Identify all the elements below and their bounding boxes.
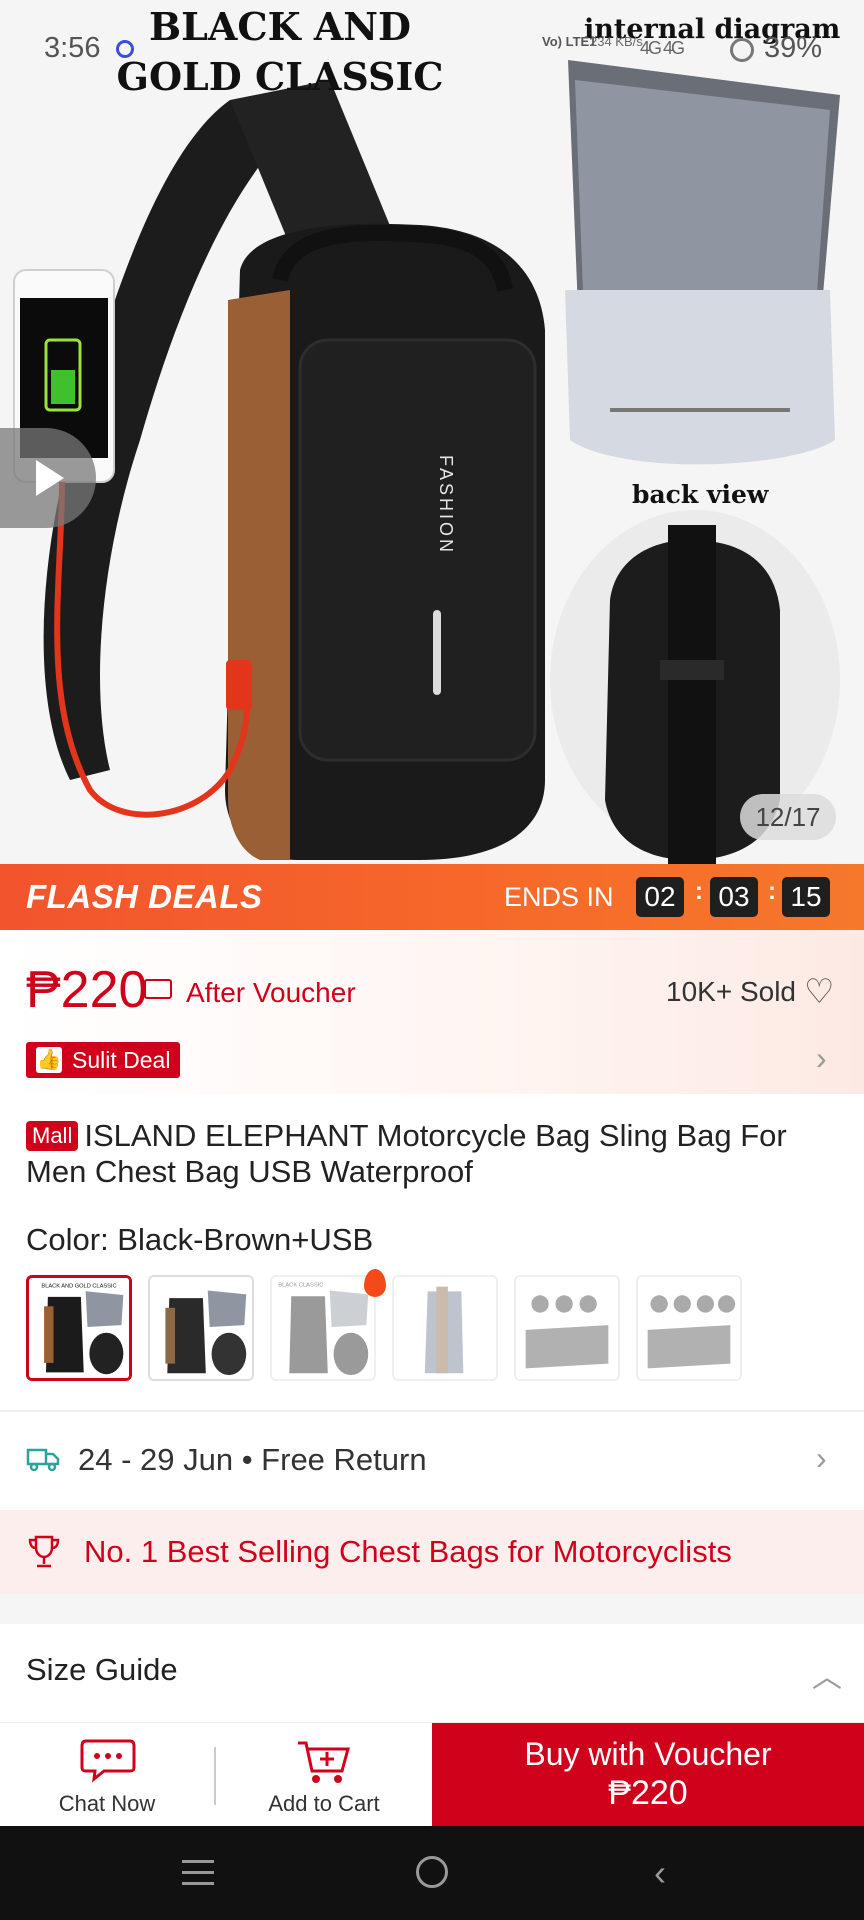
battery-icon bbox=[730, 38, 754, 62]
color-swatches: BLACK AND GOLD CLASSIC BLACK CLASSIC bbox=[26, 1269, 846, 1383]
countdown-hours: 02 bbox=[636, 877, 684, 917]
best-selling-text: No. 1 Best Selling Chest Bags for Motorc… bbox=[84, 1534, 732, 1569]
play-icon bbox=[36, 460, 64, 496]
chat-now-button[interactable]: Chat Now bbox=[0, 1723, 214, 1827]
hero-label-back: back view bbox=[632, 480, 769, 509]
mall-badge: Mall bbox=[26, 1121, 79, 1151]
chevron-right-icon[interactable]: › bbox=[816, 1040, 827, 1077]
countdown-separator: : bbox=[695, 878, 703, 905]
svg-text:FASHION: FASHION bbox=[436, 455, 456, 555]
countdown-seconds: 15 bbox=[782, 877, 830, 917]
product-title-text: ISLAND ELEPHANT Motorcycle Bag Sling Bag… bbox=[26, 1118, 787, 1189]
best-selling-banner[interactable]: No. 1 Best Selling Chest Bags for Motorc… bbox=[0, 1510, 864, 1594]
image-page-counter: 12/17 bbox=[740, 794, 836, 840]
bottom-action-bar: Chat Now Add to Cart Buy with Voucher ₱2… bbox=[0, 1722, 864, 1827]
section-gap bbox=[0, 1594, 864, 1624]
product-image-carousel[interactable]: FASHION 3:56 Vo) LTE1 234 KB/s 4G 4G 39%… bbox=[0, 0, 864, 864]
flash-ends-in-label: ENDS IN bbox=[504, 882, 614, 912]
color-label: Color: Black-Brown+USB bbox=[26, 1222, 374, 1257]
delivery-row[interactable]: 24 - 29 Jun • Free Return › bbox=[0, 1414, 864, 1506]
network-indicator: Vo) LTE1 bbox=[542, 34, 597, 49]
svg-text:BLACK AND GOLD CLASSIC: BLACK AND GOLD CLASSIC bbox=[41, 1283, 116, 1289]
sulit-deal-label: Sulit Deal bbox=[72, 1047, 171, 1073]
buy-with-voucher-button[interactable]: Buy with Voucher ₱220 bbox=[432, 1723, 864, 1827]
truck-icon bbox=[26, 1448, 60, 1472]
cart-icon bbox=[298, 1741, 350, 1783]
swatch-option-6[interactable] bbox=[636, 1275, 742, 1381]
swatch-option-5[interactable] bbox=[514, 1275, 620, 1381]
product-title: Mall ISLAND ELEPHANT Motorcycle Bag Sling… bbox=[26, 1118, 846, 1190]
flash-deals-title: FLASH DEALS bbox=[26, 878, 263, 915]
trophy-icon bbox=[28, 1535, 60, 1568]
swatch-black-brown-usb[interactable]: BLACK AND GOLD CLASSIC bbox=[26, 1275, 132, 1381]
network-speed: 234 KB/s bbox=[590, 34, 643, 49]
countdown-minutes: 03 bbox=[710, 877, 758, 917]
swatch-option-2[interactable] bbox=[148, 1275, 254, 1381]
countdown-separator: : bbox=[768, 878, 776, 905]
status-time: 3:56 bbox=[44, 32, 101, 64]
system-nav-bar: ‹ bbox=[0, 1826, 864, 1920]
product-photo: FASHION bbox=[0, 0, 864, 864]
recent-apps-button[interactable] bbox=[182, 1860, 214, 1886]
fire-icon bbox=[364, 1269, 386, 1297]
divider bbox=[0, 1410, 864, 1412]
chevron-up-icon[interactable]: ︿ bbox=[812, 1652, 842, 1696]
price: ₱220 bbox=[26, 961, 148, 1019]
chat-icon bbox=[80, 1739, 136, 1783]
chevron-right-icon: › bbox=[816, 1440, 827, 1476]
heart-icon[interactable]: ♡ bbox=[804, 972, 834, 1012]
sulit-deal-badge: 👍 Sulit Deal bbox=[26, 1042, 181, 1078]
swatch-option-3[interactable]: BLACK CLASSIC bbox=[270, 1275, 376, 1381]
size-guide-label[interactable]: Size Guide bbox=[26, 1652, 178, 1688]
buy-button-label: Buy with Voucher bbox=[524, 1736, 772, 1772]
swatch-option-4[interactable] bbox=[392, 1275, 498, 1381]
signal-icon: 4G 4G bbox=[640, 38, 685, 58]
sync-icon bbox=[116, 40, 134, 58]
back-button[interactable]: ‹ bbox=[654, 1852, 666, 1894]
chat-now-label: Chat Now bbox=[58, 1791, 156, 1816]
voucher-icon bbox=[144, 979, 172, 999]
delivery-text: 24 - 29 Jun • Free Return bbox=[78, 1442, 427, 1477]
flash-deals-bar[interactable]: FLASH DEALS ENDS IN 02 : 03 : 15 bbox=[0, 864, 864, 930]
buy-button-price: ₱220 bbox=[608, 1774, 688, 1812]
home-button[interactable] bbox=[416, 1856, 448, 1888]
after-voucher-label: After Voucher bbox=[186, 977, 356, 1008]
svg-text:BLACK CLASSIC: BLACK CLASSIC bbox=[278, 1283, 323, 1289]
add-to-cart-label: Add to Cart bbox=[268, 1791, 380, 1816]
price-section[interactable]: ₱220 After Voucher 10K+ Sold ♡ 👍 Sulit D… bbox=[0, 930, 864, 1094]
sold-count: 10K+ Sold bbox=[666, 976, 796, 1007]
play-video-button[interactable] bbox=[0, 428, 96, 528]
battery-level: 39% bbox=[764, 32, 823, 64]
add-to-cart-button[interactable]: Add to Cart bbox=[216, 1723, 432, 1827]
thumbs-up-icon: 👍 bbox=[36, 1047, 62, 1073]
status-bar: 3:56 Vo) LTE1 234 KB/s 4G 4G 39% bbox=[0, 0, 864, 100]
